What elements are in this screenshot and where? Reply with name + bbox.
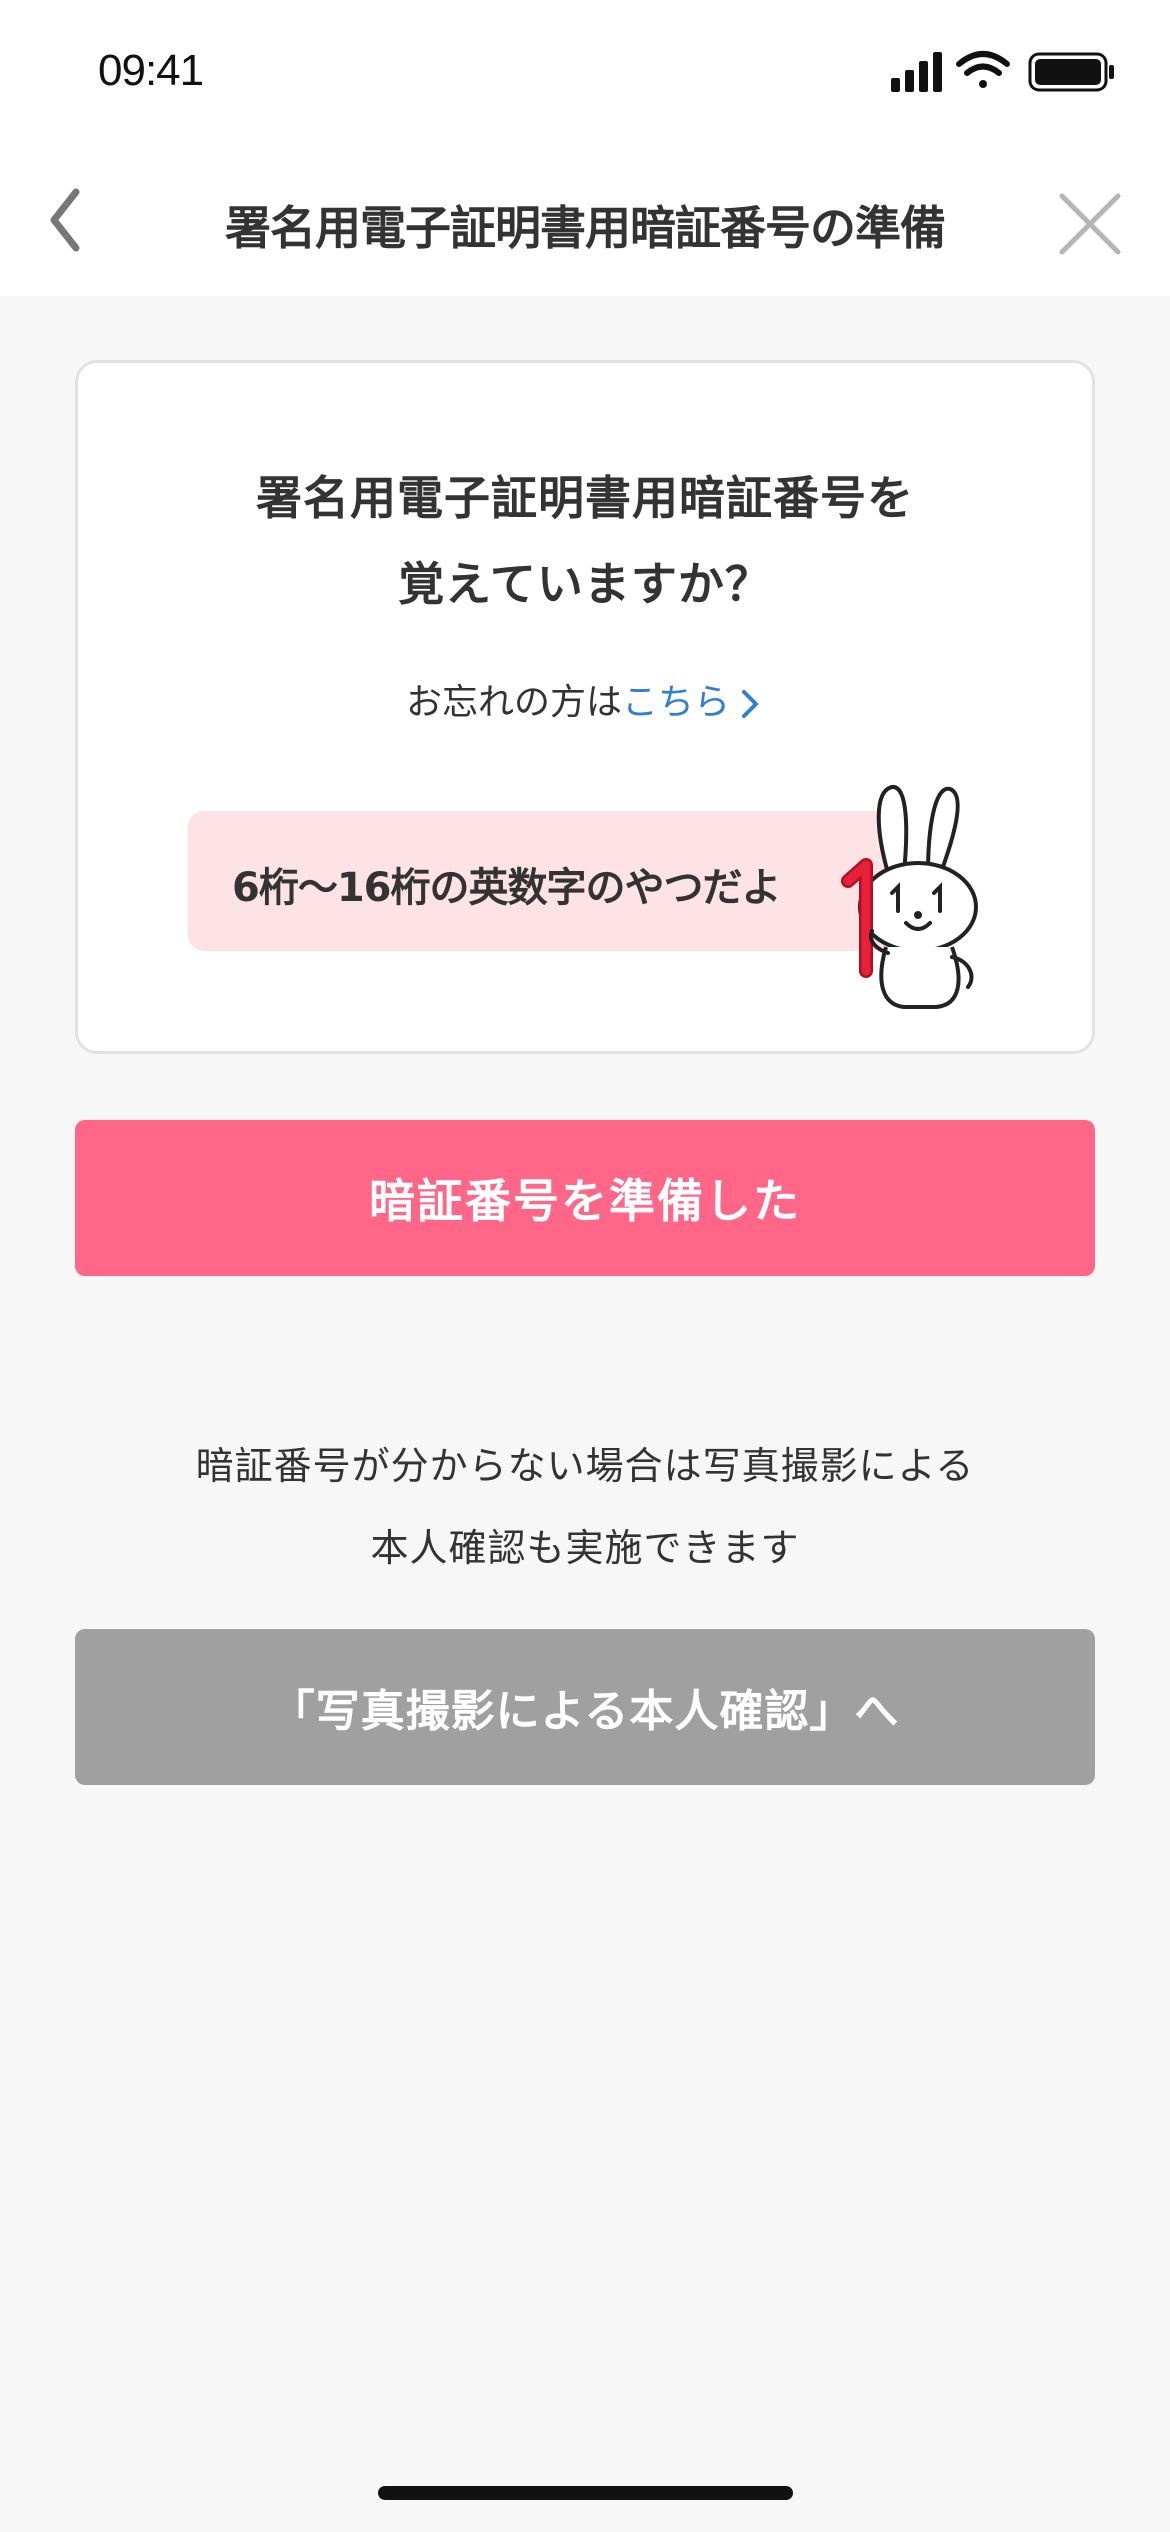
forgot-link[interactable]: こちら <box>622 682 730 723</box>
chevron-right-icon[interactable] <box>734 686 764 722</box>
card-question: 署名用電子証明書用暗証番号を 覚えていますか？ <box>78 455 1092 627</box>
card-question-line1: 署名用電子証明書用暗証番号を <box>256 471 914 525</box>
pin-question-card: 署名用電子証明書用暗証番号を 覚えていますか？ お忘れの方はこちら 6桁〜16桁… <box>75 360 1095 1054</box>
status-time: 09:41 <box>98 46 204 95</box>
chevron-left-icon[interactable] <box>30 180 110 260</box>
close-icon[interactable] <box>1050 184 1130 264</box>
forgot-prefix: お忘れの方は <box>405 682 622 723</box>
pin-ready-button-label: 暗証番号を準備した <box>369 1174 801 1228</box>
cellular-signal-icon <box>891 52 942 92</box>
home-indicator[interactable] <box>378 2486 793 2500</box>
hint-text: 6桁〜16桁の英数字のやつだよ <box>232 865 781 911</box>
photo-verification-button-label: 「写真撮影による本人確認」へ <box>270 1686 900 1737</box>
hint-bubble: 6桁〜16桁の英数字のやつだよ <box>188 811 888 951</box>
forgot-row: お忘れの方はこちら <box>78 673 1092 725</box>
card-question-line2: 覚えていますか？ <box>398 557 772 611</box>
info-line1: 暗証番号が分からない場合は写真撮影による <box>195 1444 975 1488</box>
rabbit-mascot-icon <box>841 785 978 1009</box>
screen: 09:41 署名用電子証明書用暗証番号の準備 署名用電子証明書用暗証番号を 覚え… <box>0 0 1170 2532</box>
alternative-info-text: 暗証番号が分からない場合は写真撮影による 本人確認も実施できます <box>0 1425 1170 1589</box>
nav-bar: 署名用電子証明書用暗証番号の準備 <box>0 150 1170 296</box>
wifi-icon <box>956 51 1010 88</box>
pin-ready-button[interactable]: 暗証番号を準備した <box>75 1120 1095 1276</box>
info-line2: 本人確認も実施できます <box>370 1526 800 1570</box>
photo-verification-button[interactable]: 「写真撮影による本人確認」へ <box>75 1629 1095 1785</box>
page-title: 署名用電子証明書用暗証番号の準備 <box>225 201 946 255</box>
status-icons <box>891 51 1114 92</box>
status-bar: 09:41 <box>0 0 1170 150</box>
battery-icon <box>1028 52 1114 92</box>
